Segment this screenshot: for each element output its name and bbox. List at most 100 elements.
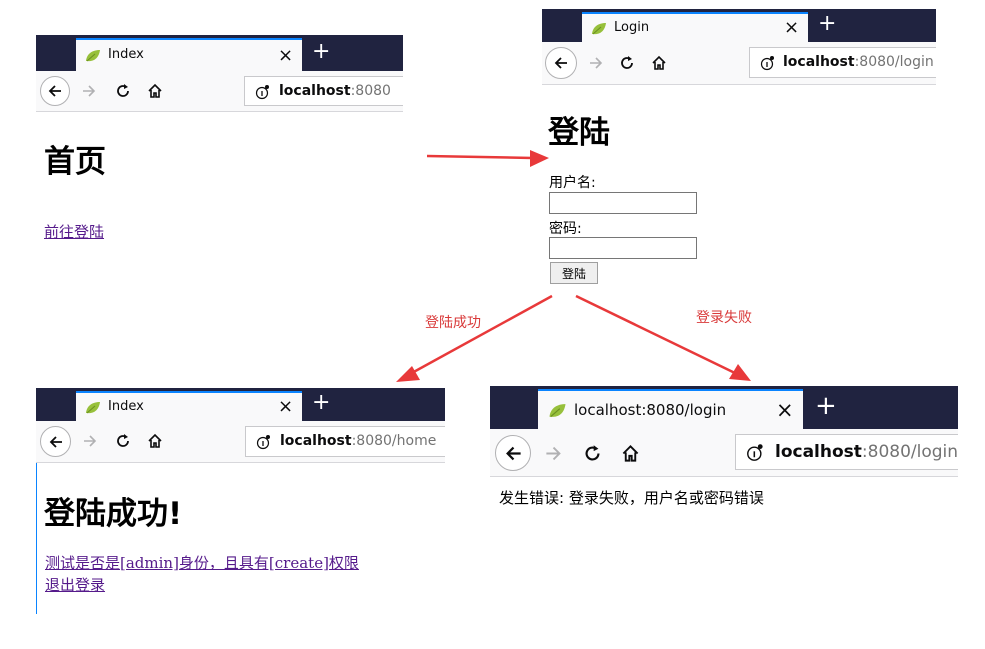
reload-button[interactable] [579,440,605,466]
tab-index[interactable]: Index × [76,38,302,71]
forward-arrow-icon [84,435,97,447]
home-icon [148,433,162,448]
tab-bar: localhost:8080/login × + [490,386,958,429]
close-icon[interactable]: × [776,400,794,421]
reload-button[interactable] [112,80,134,102]
forward-button[interactable] [540,440,566,466]
url-path: :8080/login [854,54,934,70]
tab-title: Login [614,20,650,35]
home-icon [148,83,162,98]
forward-arrow-icon [83,85,96,97]
browser-window-home: Index × + localhost:8080/home 登陆成功! 测试是否… [36,388,445,614]
url-bar[interactable]: localhost:8080 [244,76,403,106]
tab-bar: Login × + [542,9,936,42]
leaf-icon [86,402,100,414]
back-arrow-icon [554,57,567,69]
back-button[interactable] [40,76,70,106]
arrow-login-to-error-head [729,364,751,381]
tab-bar: Index × + [36,35,403,71]
back-button[interactable] [545,47,577,79]
home-icon [622,444,638,462]
admin-check-link[interactable]: 测试是否是[admin]身份，且具有[create]权限 [45,552,359,573]
nav-bar: localhost:8080/home [36,421,445,463]
back-button[interactable] [495,435,531,471]
url-bar[interactable]: localhost:8080/home [245,426,445,457]
reload-button[interactable] [112,430,134,452]
url-path: :8080/home [351,433,437,449]
home-button[interactable] [617,440,643,466]
reload-icon [117,434,129,447]
arrow-index-to-login [426,154,534,160]
tab-title: Index [108,399,144,414]
browser-window-error: localhost:8080/login × + localhost:8080/… [490,386,958,516]
close-icon[interactable]: × [278,398,293,416]
back-arrow-icon [49,435,62,448]
nav-bar: localhost:8080/login [542,42,936,85]
tab-bar: Index × + [36,388,445,421]
forward-button[interactable] [585,52,607,74]
reload-icon [585,444,600,460]
plus-icon[interactable]: + [815,393,837,419]
leaf-icon [592,23,606,35]
tab-title: Index [108,47,144,62]
reload-button[interactable] [616,52,638,74]
url-path: :8080 [350,83,391,99]
url-host: localhost [775,442,862,462]
browser-window-index: Index × + localhost:8080 首页 前往登陆 [36,35,403,250]
leaf-icon [549,404,566,418]
error-message: 发生错误: 登录失败，用户名或密码错误 [499,489,764,507]
forward-arrow-icon [590,57,603,69]
close-icon[interactable]: × [278,47,293,65]
url-host: localhost [279,83,351,99]
url-host: localhost [280,433,352,449]
tab-login[interactable]: Login × [582,12,808,42]
username-input[interactable] [549,192,697,214]
page-content: 首页 前往登陆 [36,112,403,250]
leaf-icon [86,50,100,62]
password-input[interactable] [549,237,697,259]
tab-title: localhost:8080/login [574,401,727,419]
page-content: 登陆成功! 测试是否是[admin]身份，且具有[create]权限 退出登录 [36,463,445,614]
home-button[interactable] [144,80,166,102]
page-title: 登陆 [548,115,610,151]
tab-index[interactable]: Index × [76,391,302,421]
url-bar[interactable]: localhost:8080/login [749,47,936,78]
back-arrow-icon [505,446,521,460]
home-icon [652,55,666,70]
success-arrow-label: 登陆成功 [425,315,481,331]
home-button[interactable] [144,430,166,452]
forward-arrow-icon [545,446,561,460]
page-title: 登陆成功! [44,496,183,532]
back-arrow-icon [48,85,61,97]
page-title: 首页 [44,144,106,180]
back-button[interactable] [40,426,71,457]
info-icon [256,435,270,450]
url-bar[interactable]: localhost:8080/login [735,434,958,470]
login-submit-button[interactable]: 登陆 [550,262,598,284]
page-content: 发生错误: 登录失败，用户名或密码错误 [490,477,958,516]
info-icon [747,444,763,461]
password-label: 密码: [549,221,582,237]
close-icon[interactable]: × [784,19,799,37]
info-icon [760,56,774,71]
plus-icon[interactable]: + [312,392,330,414]
logout-link[interactable]: 退出登录 [45,574,105,595]
forward-button[interactable] [78,80,100,102]
info-icon [255,85,269,100]
goto-login-link[interactable]: 前往登陆 [44,221,104,242]
tab-login-error[interactable]: localhost:8080/login × [538,389,803,429]
url-host: localhost [783,54,855,70]
browser-window-login: Login × + localhost:8080/login 登陆 用户名: 密… [542,9,936,289]
plus-icon[interactable]: + [312,41,330,63]
failure-arrow-label: 登录失败 [696,310,752,326]
nav-bar: localhost:8080 [36,71,403,112]
url-path: :8080/login [861,442,958,462]
plus-icon[interactable]: + [818,13,836,35]
arrow-login-to-home-head [396,366,420,382]
page-content: 登陆 用户名: 密码: 登陆 [542,85,936,289]
nav-bar: localhost:8080/login [490,429,958,477]
reload-icon [621,56,633,69]
forward-button[interactable] [79,430,101,452]
home-button[interactable] [648,52,670,74]
reload-icon [117,84,129,97]
